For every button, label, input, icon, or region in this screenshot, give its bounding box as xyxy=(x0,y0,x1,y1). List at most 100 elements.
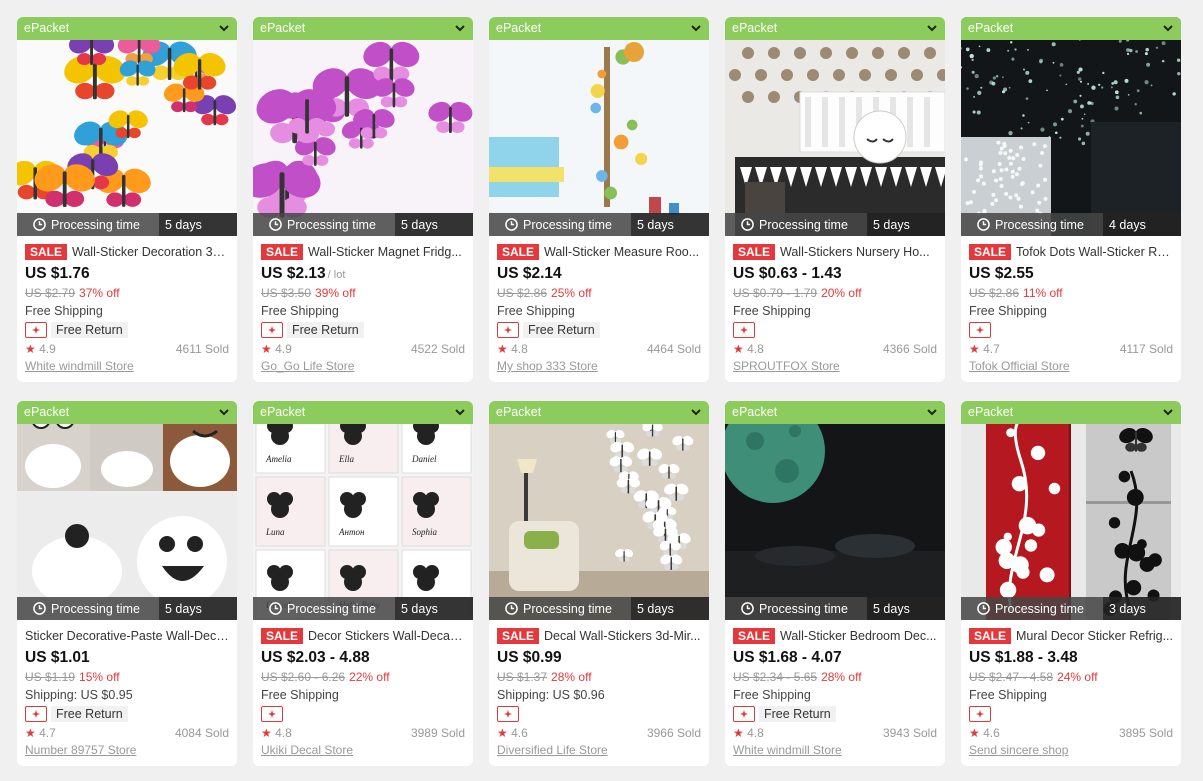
chevron-down-icon[interactable] xyxy=(926,22,938,34)
product-photo-glow-moon[interactable] xyxy=(725,401,945,620)
product-image[interactable]: ePacket Processing time 5 days xyxy=(489,401,709,620)
rating: ★ 4.8 xyxy=(733,342,764,356)
product-card[interactable]: ePacket Processing time 5 days Sticker D… xyxy=(17,401,237,766)
clock-icon xyxy=(269,218,282,231)
chevron-down-icon[interactable] xyxy=(690,406,702,418)
product-photo-butterflies-pink[interactable] xyxy=(253,17,473,236)
product-card[interactable]: ePacket Processing time 3 days SALE Mura… xyxy=(961,401,1181,766)
store-link[interactable]: Number 89757 Store xyxy=(25,742,229,758)
product-title[interactable]: Tofok Dots Wall-Sticker Ro... xyxy=(1016,245,1173,259)
store-link[interactable]: White windmill Store xyxy=(25,358,229,374)
sale-badge: SALE xyxy=(261,244,304,260)
processing-time-bar: Processing time 5 days xyxy=(17,213,237,236)
product-card[interactable]: ePacket Processing time 5 days SALE Wall… xyxy=(725,401,945,766)
product-image[interactable]: ePacket Processing time 5 days xyxy=(489,17,709,236)
epacket-bar[interactable]: ePacket xyxy=(489,17,709,40)
product-image[interactable]: ePacket Processing time 5 days xyxy=(253,17,473,236)
store-link[interactable]: Diversified Life Store xyxy=(497,742,701,758)
chevron-down-icon[interactable] xyxy=(218,406,230,418)
chevron-down-icon[interactable] xyxy=(454,406,466,418)
product-photo-butterflies-colorful[interactable] xyxy=(17,17,237,236)
product-photo-height-chart[interactable] xyxy=(489,17,709,236)
sold-count: 4611 Sold xyxy=(175,342,229,356)
epacket-bar[interactable]: ePacket xyxy=(17,17,237,40)
store-link[interactable]: Tofok Official Store xyxy=(969,358,1173,374)
clock-icon xyxy=(269,602,282,615)
store-link[interactable]: Go_Go Life Store xyxy=(261,358,465,374)
clock-icon xyxy=(741,602,754,615)
store-link[interactable]: SPROUTFOX Store xyxy=(733,358,937,374)
product-image[interactable]: ePacket Processing time 5 days xyxy=(725,17,945,236)
chevron-down-icon[interactable] xyxy=(218,22,230,34)
epacket-bar[interactable]: ePacket xyxy=(489,401,709,424)
chevron-down-icon[interactable] xyxy=(1162,22,1174,34)
return-badge-icon xyxy=(969,322,991,338)
sold-count: 3895 Sold xyxy=(1118,726,1173,740)
product-image[interactable]: ePacket Processing time 5 days xyxy=(725,401,945,620)
star-icon: ★ xyxy=(25,342,36,356)
shipping-info: Free Shipping xyxy=(969,304,1047,318)
epacket-label: ePacket xyxy=(24,405,70,419)
processing-time-bar: Processing time 5 days xyxy=(17,597,237,620)
epacket-bar[interactable]: ePacket xyxy=(725,17,945,40)
product-photo-glow-stars[interactable]: Tofok xyxy=(961,17,1181,236)
epacket-bar[interactable]: ePacket xyxy=(253,401,473,424)
product-card[interactable]: ePacket Processing time 5 days SALE Wall… xyxy=(253,17,473,382)
rating: ★ 4.8 xyxy=(261,726,292,740)
product-image[interactable]: ePacket Processing time 5 days xyxy=(17,17,237,236)
product-title[interactable]: Wall-Sticker Magnet Fridg... xyxy=(308,245,465,259)
epacket-bar[interactable]: ePacket xyxy=(725,401,945,424)
epacket-bar[interactable]: ePacket xyxy=(961,401,1181,424)
epacket-bar[interactable]: ePacket xyxy=(253,17,473,40)
chevron-down-icon[interactable] xyxy=(454,22,466,34)
product-card[interactable]: AmeliaEllaDanielLunaАнтонSophiaDanielHel… xyxy=(253,401,473,766)
product-card[interactable]: ePacket Processing time 5 days SALE Wall… xyxy=(17,17,237,382)
chevron-down-icon[interactable] xyxy=(926,406,938,418)
product-title[interactable]: Sticker Decorative-Paste Wall-Deca... xyxy=(25,629,229,643)
rating: ★ 4.8 xyxy=(733,726,764,740)
star-icon: ★ xyxy=(261,342,272,356)
chevron-down-icon[interactable] xyxy=(690,22,702,34)
product-photo-polka-dots[interactable] xyxy=(725,17,945,236)
product-image[interactable]: Tofok ePacket Processing time 4 days xyxy=(961,17,1181,236)
product-image[interactable]: ePacket Processing time 3 days xyxy=(961,401,1181,620)
product-photo-mirror-butterflies[interactable] xyxy=(489,401,709,620)
processing-time-label: Processing time xyxy=(51,601,140,616)
epacket-bar[interactable]: ePacket xyxy=(17,401,237,424)
svg-text:Ella: Ella xyxy=(338,454,354,464)
product-title[interactable]: Decal Wall-Stickers 3d-Mir... xyxy=(544,629,701,643)
product-info: SALE Wall-Sticker Magnet Fridg... US $2.… xyxy=(253,236,473,374)
processing-time-label: Processing time xyxy=(287,217,376,232)
product-title[interactable]: Wall-Sticker Decoration 3d... xyxy=(72,245,229,259)
product-price: US $1.01 xyxy=(25,649,90,666)
product-title[interactable]: Wall-Stickers Nursery Ho... xyxy=(780,245,937,259)
product-card[interactable]: Tofok ePacket Processing time 4 days SAL… xyxy=(961,17,1181,382)
product-title[interactable]: Wall-Sticker Measure Roo... xyxy=(544,245,701,259)
product-title[interactable]: Wall-Sticker Bedroom Dec... xyxy=(780,629,937,643)
product-card[interactable]: ePacket Processing time 5 days SALE Wall… xyxy=(489,17,709,382)
product-photo-mouse-names[interactable]: AmeliaEllaDanielLunaАнтонSophiaDanielHel… xyxy=(253,401,473,620)
original-price: US $3.50 xyxy=(261,286,312,300)
product-image[interactable]: AmeliaEllaDanielLunaАнтонSophiaDanielHel… xyxy=(253,401,473,620)
star-icon: ★ xyxy=(25,726,36,740)
epacket-bar[interactable]: ePacket xyxy=(961,17,1181,40)
sale-badge: SALE xyxy=(25,244,68,260)
product-card[interactable]: ePacket Processing time 5 days SALE Wall… xyxy=(725,17,945,382)
store-link[interactable]: My shop 333 Store xyxy=(497,358,701,374)
product-image[interactable]: ePacket Processing time 5 days xyxy=(17,401,237,620)
product-price: US $2.55 xyxy=(969,265,1034,282)
original-price: US $2.86 xyxy=(497,286,548,300)
product-photo-toilet-faces[interactable] xyxy=(17,401,237,620)
epacket-label: ePacket xyxy=(732,405,778,419)
discount: 15% off xyxy=(79,670,120,684)
store-link[interactable]: White windmill Store xyxy=(733,742,937,758)
product-card[interactable]: ePacket Processing time 5 days SALE Deca… xyxy=(489,401,709,766)
product-title[interactable]: Decor Stickers Wall-Decal ... xyxy=(308,629,465,643)
processing-days: 5 days xyxy=(395,213,473,236)
product-title[interactable]: Mural Decor Sticker Refrig... xyxy=(1016,629,1173,643)
free-return-tag: Free Return xyxy=(759,706,836,722)
store-link[interactable]: Send sincere shop xyxy=(969,742,1173,758)
product-photo-fridge-flowers[interactable] xyxy=(961,401,1181,620)
store-link[interactable]: Ukiki Decal Store xyxy=(261,742,465,758)
chevron-down-icon[interactable] xyxy=(1162,406,1174,418)
